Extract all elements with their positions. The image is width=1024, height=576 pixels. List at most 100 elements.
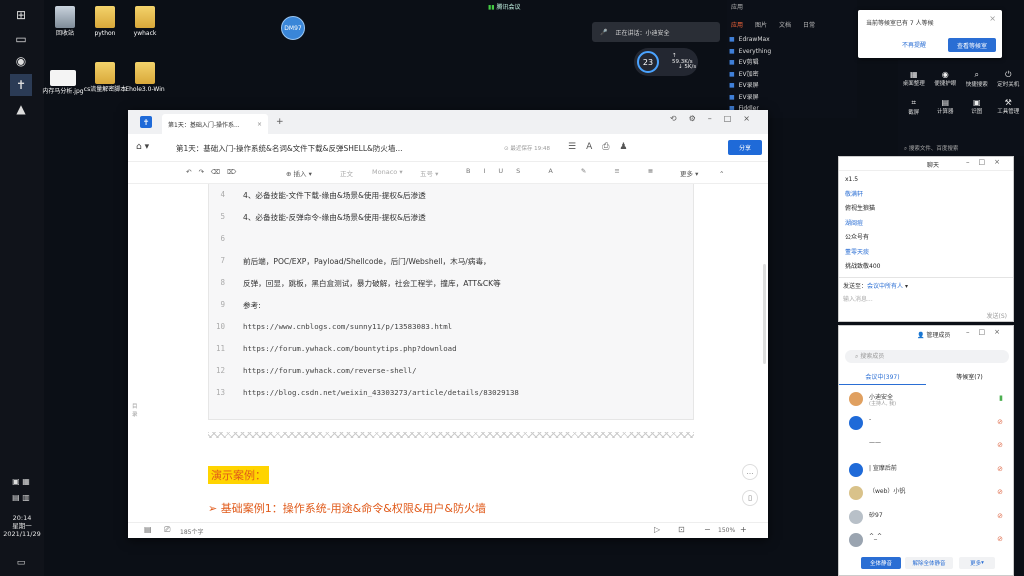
- mic-muted-icon[interactable]: ⊘: [997, 441, 1003, 449]
- style-select[interactable]: 正文: [340, 168, 353, 178]
- scrollbar[interactable]: [763, 264, 766, 364]
- unmute-all-button[interactable]: 解除全体静音: [905, 557, 953, 569]
- undo-redo-icons[interactable]: ↶↷⌫⌦: [186, 168, 243, 176]
- desktop-icon-image[interactable]: 内存马分析.jpg: [40, 64, 86, 95]
- code-block[interactable]: 4 4、必备技能-文件下载-缘由&场景&使用-提权&后渗透 5 4、必备技能-反弹命…: [208, 184, 694, 420]
- launcher-item[interactable]: EV加密: [729, 69, 771, 81]
- text-format-icons[interactable]: BIUS A ✎ ≡ ≣: [466, 167, 666, 175]
- outline-toggle[interactable]: 目录: [132, 402, 140, 418]
- tool-manage[interactable]: ⚒ 工具管理: [993, 98, 1023, 116]
- meeting-top-bar[interactable]: ▮▮ 腾讯会议: [488, 2, 521, 11]
- launcher-item[interactable]: EV剪辑: [729, 57, 771, 69]
- chat-message: 挑战致敬400: [845, 263, 881, 270]
- member-search-input[interactable]: ⌕ 搜索成员: [845, 350, 1009, 363]
- close-tab-icon[interactable]: ×: [257, 121, 262, 128]
- mic-muted-icon[interactable]: ⊘: [997, 512, 1003, 520]
- more-options-icon[interactable]: …: [742, 464, 758, 480]
- grid-icon: ▦: [909, 70, 918, 79]
- desktop-icon-ywhack[interactable]: ywhack: [122, 6, 168, 37]
- font-select[interactable]: Monaco ▾: [372, 168, 403, 176]
- member-row[interactable]: —— ⊘: [839, 435, 1013, 459]
- dont-remind-button[interactable]: 不再提醒: [902, 40, 926, 49]
- speaker-avatar[interactable]: DM97: [281, 16, 305, 40]
- new-tab-icon[interactable]: +: [276, 117, 284, 127]
- document-title[interactable]: 第1天：基础入门-操作系统&名词&文件下载&反弹SHELL&防火墙...: [176, 143, 403, 154]
- member-row[interactable]: - ⊘: [839, 412, 1013, 436]
- comment-icon[interactable]: ▯: [742, 490, 758, 506]
- explorer-icon[interactable]: ▭: [10, 28, 32, 50]
- taskbar: ⊞ ▭ ◉ ✝ ▲ ▣ ▦ ▤ ▥ 20:14 星期一 2021/11/29 ▭: [0, 0, 44, 576]
- code-line: 11 https://forum.ywhack.com/bountytips.ph…: [215, 344, 457, 353]
- member-row[interactable]: （web）小钒 ⊘: [839, 482, 1013, 506]
- launcher-tab[interactable]: 文档: [779, 20, 791, 29]
- desktop-icon-ehole[interactable]: Ehole3.0-Win: [122, 62, 168, 93]
- layout-icon[interactable]: ⎚: [164, 525, 170, 535]
- window-controls[interactable]: –□×: [966, 328, 1009, 336]
- tool-screenshot[interactable]: ⌗ 截屏: [899, 98, 929, 116]
- launcher-tab[interactable]: 应用: [731, 20, 743, 29]
- fit-icon[interactable]: ⊡: [678, 525, 685, 534]
- mic-muted-icon[interactable]: ⊘: [997, 465, 1003, 473]
- zoom-in-icon[interactable]: +: [740, 525, 747, 534]
- clock-date: 2021/11/29: [3, 530, 41, 538]
- image-file-icon: [50, 70, 76, 86]
- home-icon[interactable]: ⌂ ▾: [136, 142, 149, 152]
- save-status: ⊙ 最近保存 19:48: [504, 146, 550, 152]
- tool-quick-search[interactable]: ⌕ 快捷搜索: [962, 70, 992, 88]
- notification-icon[interactable]: ▭: [10, 552, 32, 574]
- mic-muted-icon[interactable]: ⊘: [997, 535, 1003, 543]
- member-row[interactable]: 砂97 ⊘: [839, 506, 1013, 530]
- mic-on-icon[interactable]: ▮: [999, 394, 1003, 402]
- window-controls[interactable]: –□×: [966, 158, 1009, 166]
- launcher-item[interactable]: EV录屏: [729, 80, 771, 92]
- start-icon[interactable]: ⊞: [10, 4, 32, 26]
- zoom-level[interactable]: 150%: [718, 527, 735, 534]
- mic-muted-icon[interactable]: ⊘: [997, 488, 1003, 496]
- tool-eye-care[interactable]: ◉ 便捷护眼: [930, 70, 960, 88]
- launcher-tab[interactable]: 图片: [755, 20, 767, 29]
- launcher-item[interactable]: Everything: [729, 46, 771, 58]
- mic-muted-icon[interactable]: ⊘: [997, 418, 1003, 426]
- tool-desktop-organize[interactable]: ▦ 桌面整理: [899, 70, 929, 88]
- panel-search[interactable]: ⌕ 搜索文件、百度搜索: [904, 144, 958, 153]
- chrome-icon[interactable]: ◉: [10, 50, 32, 72]
- avatar: [849, 509, 863, 524]
- tray-icons-2[interactable]: ▤ ▥: [10, 486, 32, 508]
- launcher-item[interactable]: EdrawMax: [729, 34, 771, 46]
- member-row[interactable]: 小迪安全 (主持人, 我) ▮: [839, 388, 1013, 412]
- network-widget[interactable]: 23 ↑ 59.3K/s ↓ 5K/s: [634, 48, 698, 76]
- launcher-item[interactable]: EV录屏: [729, 92, 771, 104]
- tool-calculator[interactable]: ▤ 计算器: [930, 98, 960, 116]
- tool-timer-shutdown[interactable]: ⏻ 定时关机: [993, 70, 1023, 88]
- recycle-bin-icon: [55, 6, 75, 28]
- tab-waiting-room[interactable]: 等候室(7): [926, 372, 1013, 385]
- size-select[interactable]: 五号 ▾: [420, 168, 438, 178]
- code-line: 4 4、必备技能-文件下载-缘由&场景&使用-提权&后渗透: [220, 190, 426, 200]
- chat-titlebar: 聊天 –□×: [839, 157, 1013, 171]
- clock[interactable]: 20:14 星期一 2021/11/29: [0, 514, 44, 538]
- wps-icon[interactable]: ✝: [10, 74, 32, 96]
- title-toolbar-icons[interactable]: ☰A⎙♟: [568, 142, 638, 152]
- play-icon[interactable]: ▷: [654, 525, 660, 534]
- close-icon[interactable]: ×: [989, 14, 996, 23]
- tab-in-meeting[interactable]: 会议中(397): [839, 372, 926, 385]
- doc-tab[interactable]: 第1天：基础入门-操作系... ×: [162, 114, 268, 134]
- share-button[interactable]: 分享: [728, 140, 762, 155]
- page-view-icon[interactable]: ▤: [144, 525, 152, 534]
- zoom-out-icon[interactable]: −: [704, 525, 711, 534]
- document-canvas[interactable]: 目录 4 4、必备技能-文件下载-缘由&场景&使用-提权&后渗透 5 4、必备技能-…: [128, 184, 768, 522]
- view-waiting-room-button[interactable]: 查看等候室: [948, 38, 996, 52]
- more-button[interactable]: 更多 ▾: [959, 557, 995, 569]
- member-row[interactable]: | 宣摩后前 ⊘: [839, 459, 1013, 483]
- send-to-selector[interactable]: 发送至：会议中所有人 ▾: [843, 281, 908, 290]
- more-menu[interactable]: 更多 ▾ ⌃: [680, 168, 724, 178]
- insert-menu[interactable]: ⊕ 插入 ▾: [286, 168, 312, 178]
- mute-all-button[interactable]: 全体静音: [861, 557, 901, 569]
- send-button[interactable]: 发送(S): [987, 311, 1008, 320]
- member-row[interactable]: ^_^ ⊘: [839, 529, 1013, 553]
- launcher-tab[interactable]: 日常: [803, 20, 815, 29]
- tool-image-recognition[interactable]: ▣ 识图: [962, 98, 992, 116]
- meeting-icon[interactable]: ▲: [10, 98, 32, 120]
- window-controls[interactable]: ⟲⚙–□×: [670, 114, 762, 123]
- chat-input[interactable]: 输入消息...: [843, 294, 873, 303]
